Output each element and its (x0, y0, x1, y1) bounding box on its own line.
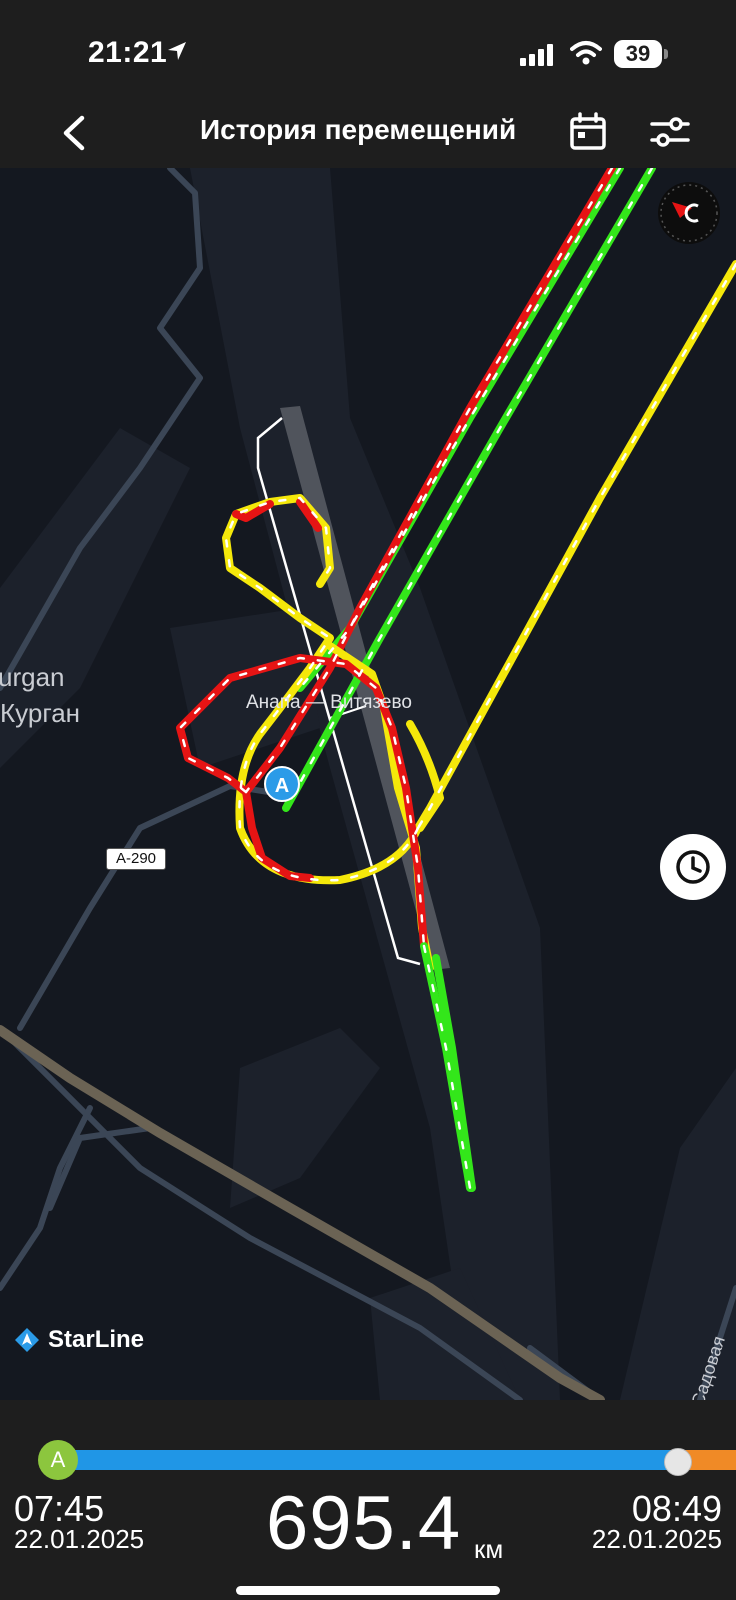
wifi-icon (570, 41, 602, 65)
compass-icon[interactable] (658, 182, 720, 244)
signal-icon (520, 44, 553, 66)
battery-icon: 39 (614, 40, 662, 68)
distance-value: 695.4 (266, 1481, 462, 1566)
page-title: История перемещений (200, 114, 517, 145)
home-indicator[interactable] (236, 1586, 500, 1595)
timeline-track[interactable] (58, 1450, 678, 1470)
start-marker[interactable]: A (264, 766, 300, 802)
bottom-panel: A 07:45 22.01.2025 695.4 км 08:49 22.01.… (0, 1400, 736, 1600)
timeline-start-knob[interactable]: A (38, 1440, 78, 1480)
status-time: 21:21 (88, 36, 168, 69)
map-canvas: A (0, 168, 736, 1400)
start-date: 22.01.2025 (14, 1524, 145, 1554)
chevron-left-icon[interactable] (50, 108, 100, 158)
starline-logo-icon (15, 1328, 39, 1352)
map-view[interactable]: A urgan Курган Анапа — Витязево A-290 Са… (0, 168, 736, 1400)
end-date: 22.01.2025 (591, 1524, 722, 1554)
calendar-icon[interactable] (566, 110, 610, 154)
location-arrow-icon (168, 42, 186, 60)
starline-logo: StarLine (14, 1326, 144, 1354)
header: История перемещений (0, 100, 736, 168)
sliders-icon[interactable] (648, 110, 692, 154)
clock-icon[interactable] (660, 834, 726, 900)
road-badge: A-290 (106, 848, 166, 870)
start-marker-label: A (275, 775, 289, 797)
map-airport-label: Анапа — Витязево (246, 692, 412, 713)
timeline-end-knob[interactable] (664, 1448, 692, 1476)
starline-logo-text: StarLine (48, 1326, 145, 1353)
map-place-label-cyrillic: Курган (0, 698, 81, 728)
status-bar: 21:21 39 (0, 0, 736, 100)
battery-cap (664, 49, 668, 59)
map-place-label-latin: urgan (0, 662, 65, 692)
distance-unit: км (474, 1534, 504, 1564)
